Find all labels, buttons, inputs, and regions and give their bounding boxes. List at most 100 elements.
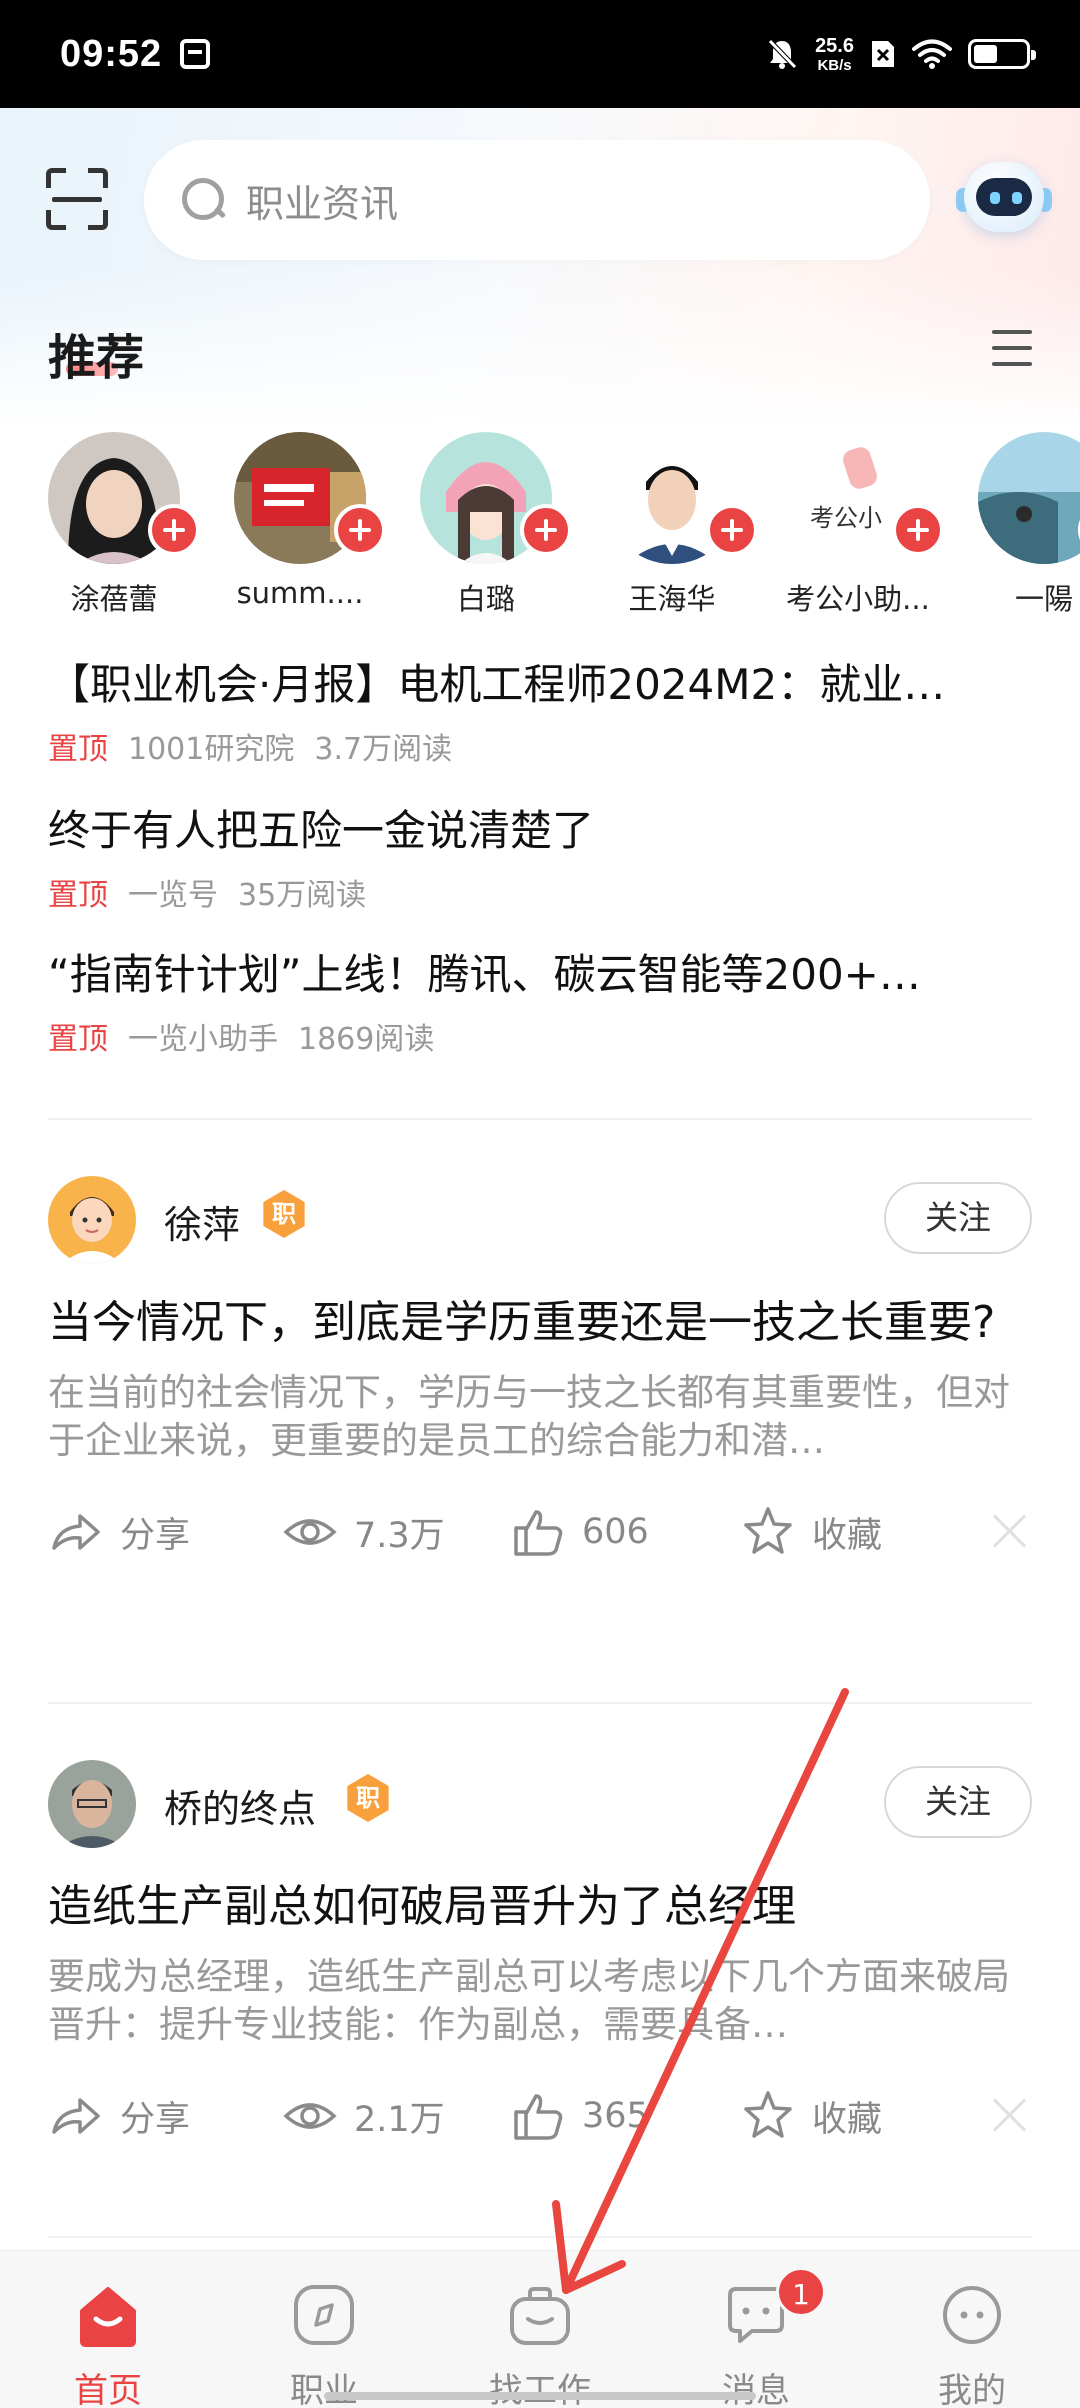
divider: [48, 2236, 1032, 2238]
share-button[interactable]: 分享: [48, 2081, 190, 2151]
post-actions: 分享 2.1万 365 收藏: [48, 2081, 1032, 2151]
pinned-source: 一览小助手: [128, 1022, 278, 1058]
career-badge-icon: 职: [260, 1190, 308, 1238]
pinned-title: “指南针计划”上线！腾讯、碳云智能等200+…: [48, 950, 921, 999]
avatar-text: 考公小: [810, 504, 882, 532]
home-indicator: [324, 2392, 756, 2400]
badge-text: 职: [272, 1200, 296, 1228]
recommended-authors: 涂蓓蕾 summ.... 白璐 王海华 考公小 考公小助... 一陽: [0, 430, 1080, 620]
divider: [48, 1702, 1032, 1704]
author-item[interactable]: 一陽: [930, 430, 1080, 620]
collect-label: 收藏: [812, 2099, 883, 2140]
search-icon: [180, 176, 228, 224]
post-header: 桥的终点 职 关注: [48, 1760, 1032, 1850]
like-button[interactable]: 365: [510, 2081, 649, 2151]
share-icon: [52, 1514, 100, 1551]
post-title[interactable]: 当今情况下，到底是学历重要还是一技之长重要?: [48, 1294, 1032, 1351]
nav-item-jobs[interactable]: 找工作: [432, 2251, 648, 2408]
nav-label: 首页: [74, 2371, 142, 2408]
post-summary[interactable]: 在当前的社会情况下，学历与一技之长都有其重要性，但对于企业来说，更重要的是员工的…: [48, 1369, 1032, 1465]
divider: [48, 1118, 1032, 1120]
author-name: 一陽: [1014, 582, 1073, 616]
thumbs-up-icon: [514, 1510, 563, 1557]
star-icon: [744, 1507, 792, 1555]
collect-button[interactable]: 收藏: [740, 1497, 882, 1567]
feed-post[interactable]: 桥的终点 职 关注 造纸生产副总如何破局晋升为了总经理 要成为总经理，造纸生产副…: [48, 1760, 1032, 2151]
network-speed-unit: KB/s: [817, 56, 852, 74]
nav-label: 我的: [938, 2371, 1006, 2408]
follow-button[interactable]: 关注: [884, 1766, 1032, 1838]
author-name: summ....: [236, 576, 364, 610]
pinned-meta: 置顶 一览小助手 1869阅读: [48, 1014, 1038, 1058]
author-item[interactable]: 白璐: [372, 430, 572, 620]
menu-icon[interactable]: [990, 326, 1034, 370]
like-button[interactable]: 606: [510, 1497, 649, 1567]
views-value: 2.1万: [354, 2099, 445, 2140]
feed-post[interactable]: 徐萍 职 关注 当今情况下，到底是学历重要还是一技之长重要? 在当前的社会情况下…: [48, 1176, 1032, 1567]
thumbs-up-icon: [514, 2094, 563, 2141]
likes-value: 365: [582, 2096, 649, 2137]
nav-item-messages[interactable]: 1 消息: [648, 2251, 864, 2408]
post-title[interactable]: 造纸生产副总如何破局晋升为了总经理: [48, 1878, 1032, 1935]
post-author[interactable]: 桥的终点: [164, 1778, 316, 1833]
share-label: 分享: [120, 2099, 191, 2140]
pinned-article[interactable]: “指南针计划”上线！腾讯、碳云智能等200+… 置顶 一览小助手 1869阅读: [48, 950, 1038, 1058]
author-name: 考公小助...: [786, 582, 930, 616]
avatar: [978, 432, 1080, 564]
avatar[interactable]: [48, 1760, 136, 1848]
pinned-title: 终于有人把五险一金说清楚了: [48, 806, 595, 855]
post-summary[interactable]: 要成为总经理，造纸生产副总可以考虑以下几个方面来破局晋升：提升专业技能：作为副总…: [48, 1953, 1032, 2049]
badge-text: 职: [356, 1784, 380, 1812]
views-value: 7.3万: [354, 1515, 445, 1556]
dismiss-icon[interactable]: [988, 1509, 1032, 1553]
views-count: 7.3万: [282, 1497, 445, 1567]
author-name: 王海华: [628, 582, 716, 616]
search-placeholder: 职业资讯: [246, 181, 399, 226]
network-speed-value: 25.6: [815, 34, 854, 57]
nav-label: 找工作: [489, 2371, 591, 2408]
collect-button[interactable]: 收藏: [740, 2081, 882, 2151]
share-icon: [52, 2098, 100, 2135]
post-actions: 分享 7.3万 606 收藏: [48, 1497, 1032, 1567]
post-author[interactable]: 徐萍: [164, 1194, 240, 1249]
nav-item-profile[interactable]: 我的: [864, 2251, 1080, 2408]
status-bar: 09:52 25.6 KB/s: [0, 0, 1080, 108]
recommend-title: 推荐: [48, 330, 145, 386]
collect-label: 收藏: [812, 1515, 883, 1556]
wifi-icon: [912, 39, 952, 69]
pinned-tag: 置顶: [48, 878, 108, 914]
status-time: 09:52: [60, 32, 163, 75]
avatar[interactable]: [48, 1176, 136, 1264]
author-item[interactable]: 考公小 考公小助...: [744, 430, 944, 620]
home-icon: [80, 2287, 136, 2347]
author-item[interactable]: 涂蓓蕾: [0, 430, 200, 620]
sim-x-icon: [872, 41, 894, 67]
battery-icon: [968, 39, 1036, 69]
author-item[interactable]: 王海华: [558, 430, 758, 620]
pinned-article[interactable]: 【职业机会·月报】电机工程师2024M2：就业… 置顶 1001研究院 3.7万…: [48, 660, 1038, 768]
nav-label: 消息: [722, 2371, 790, 2408]
message-count-badge: 1: [776, 2267, 826, 2317]
profile-icon: [943, 2286, 1001, 2344]
app-screen: 09:52 25.6 KB/s 职业资讯 推荐 涂蓓蕾 summ.... 白璐 …: [0, 0, 1080, 2408]
dismiss-icon[interactable]: [988, 2093, 1032, 2137]
pinned-source: 一览号: [128, 878, 218, 914]
pinned-tag: 置顶: [48, 732, 108, 768]
scan-icon[interactable]: [46, 168, 108, 230]
views-count: 2.1万: [282, 2081, 445, 2151]
nav-item-career[interactable]: 职业: [216, 2251, 432, 2408]
eye-icon: [283, 1519, 337, 1546]
likes-value: 606: [582, 1512, 649, 1553]
search-input[interactable]: 职业资讯: [144, 140, 930, 260]
share-button[interactable]: 分享: [48, 1497, 190, 1567]
bottom-nav: 首页 职业 找工作 1 消息 我的: [0, 2250, 1080, 2408]
robot-assistant-icon[interactable]: [952, 148, 1056, 252]
pinned-source: 1001研究院: [128, 732, 295, 768]
status-icons: 25.6 KB/s: [765, 34, 1036, 74]
pinned-article[interactable]: 终于有人把五险一金说清楚了 置顶 一览号 35万阅读: [48, 806, 1038, 914]
post-header: 徐萍 职 关注: [48, 1176, 1032, 1266]
star-icon: [744, 2091, 792, 2139]
follow-button[interactable]: 关注: [884, 1182, 1032, 1254]
nav-item-home[interactable]: 首页: [0, 2251, 216, 2408]
author-item[interactable]: summ....: [186, 430, 386, 620]
